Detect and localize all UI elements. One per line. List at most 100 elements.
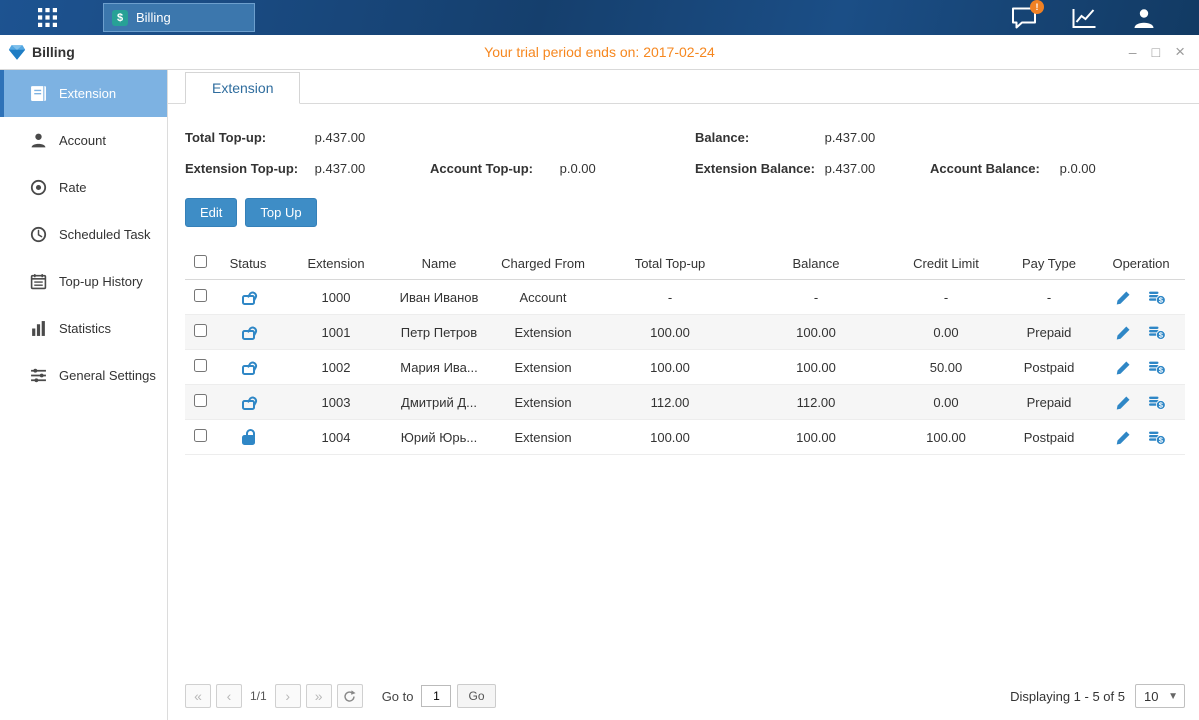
cell-name: Иван Иванов: [391, 280, 487, 315]
summary-label: Account Top-up:: [430, 161, 556, 176]
extension-table-body: 1000 Иван Иванов Account - - - - $: [185, 280, 1185, 455]
bar-chart-icon: [30, 320, 47, 337]
edit-icon[interactable]: [1116, 395, 1131, 410]
refresh-button[interactable]: [337, 684, 363, 708]
cell-pay-type: Postpaid: [1001, 420, 1097, 455]
sidebar-item-label: Scheduled Task: [59, 227, 151, 242]
refresh-icon: [343, 690, 356, 703]
extension-icon: [30, 85, 47, 102]
billing-logo-icon: [8, 44, 26, 61]
summary-account-balance: Account Balance: p.0.00: [930, 161, 1185, 176]
status-lock-icon: [242, 435, 255, 445]
cell-pay-type: Postpaid: [1001, 350, 1097, 385]
tab-extension[interactable]: Extension: [185, 72, 300, 104]
app-launcher-icon[interactable]: [38, 8, 57, 27]
person-icon: [1132, 7, 1156, 29]
sidebar-item-scheduled-task[interactable]: Scheduled Task: [0, 211, 167, 258]
row-checkbox[interactable]: [194, 324, 207, 337]
account-icon: [30, 132, 47, 149]
cell-charged-from: Extension: [487, 385, 599, 420]
cell-extension: 1003: [281, 385, 391, 420]
messages-icon[interactable]: !: [1011, 6, 1037, 30]
summary-value: p.0.00: [560, 161, 596, 176]
calendar-icon: [30, 273, 47, 290]
page-size-select[interactable]: 10 ▼: [1135, 684, 1185, 708]
topup-money-icon[interactable]: $: [1148, 325, 1166, 340]
cell-name: Петр Петров: [391, 315, 487, 350]
summary-extension-balance: Extension Balance: p.437.00: [695, 161, 930, 176]
topup-money-icon[interactable]: $: [1148, 395, 1166, 410]
last-page-button[interactable]: »: [306, 684, 332, 708]
summary-value: p.0.00: [1060, 161, 1096, 176]
summary-total-topup: Total Top-up: p.437.00: [185, 130, 430, 145]
edit-icon[interactable]: [1116, 290, 1131, 305]
cell-credit-limit: 50.00: [891, 350, 1001, 385]
summary-account-topup: Account Top-up: p.0.00: [430, 161, 695, 176]
cell-pay-type: Prepaid: [1001, 385, 1097, 420]
goto-label: Go to: [382, 689, 414, 704]
status-lock-icon: [242, 330, 255, 340]
billing-app-tab[interactable]: $ Billing: [103, 3, 255, 32]
row-checkbox[interactable]: [194, 289, 207, 302]
sidebar-item-label: Extension: [59, 86, 116, 101]
row-checkbox[interactable]: [194, 394, 207, 407]
cell-name: Дмитрий Д...: [391, 385, 487, 420]
line-chart-icon: [1071, 7, 1098, 29]
edit-icon[interactable]: [1116, 360, 1131, 375]
top-up-button[interactable]: Top Up: [245, 198, 316, 227]
col-charged-from: Charged From: [487, 247, 599, 280]
topup-money-icon[interactable]: $: [1148, 430, 1166, 445]
chevron-down-icon: ▼: [1168, 691, 1178, 702]
summary-panel: Total Top-up: p.437.00 Balance: p.437.00…: [185, 130, 1185, 176]
goto-page-input[interactable]: [421, 685, 451, 707]
cell-total-topup: -: [599, 280, 741, 315]
summary-label: Total Top-up:: [185, 130, 311, 145]
first-page-button[interactable]: «: [185, 684, 211, 708]
rate-icon: [30, 179, 47, 196]
col-status: Status: [215, 247, 281, 280]
col-balance: Balance: [741, 247, 891, 280]
cell-credit-limit: 0.00: [891, 385, 1001, 420]
col-pay-type: Pay Type: [1001, 247, 1097, 280]
go-button[interactable]: Go: [457, 684, 495, 708]
summary-value: p.437.00: [315, 161, 366, 176]
sidebar-item-label: Statistics: [59, 321, 111, 336]
cell-pay-type: Prepaid: [1001, 315, 1097, 350]
row-checkbox[interactable]: [194, 429, 207, 442]
topup-money-icon[interactable]: $: [1148, 360, 1166, 375]
sidebar-item-account[interactable]: Account: [0, 117, 167, 164]
topup-money-icon[interactable]: $: [1148, 290, 1166, 305]
maximize-icon[interactable]: □: [1152, 45, 1160, 59]
cell-balance: 100.00: [741, 350, 891, 385]
cell-credit-limit: 0.00: [891, 315, 1001, 350]
sidebar-item-general-settings[interactable]: General Settings: [0, 352, 167, 399]
select-all-checkbox[interactable]: [194, 255, 207, 268]
titlebar: Billing Your trial period ends on: 2017-…: [0, 35, 1199, 70]
summary-balance: Balance: p.437.00: [695, 130, 930, 145]
user-account-icon[interactable]: [1132, 7, 1156, 29]
sidebar-item-label: Top-up History: [59, 274, 143, 289]
col-total-topup: Total Top-up: [599, 247, 741, 280]
row-checkbox[interactable]: [194, 359, 207, 372]
status-lock-icon: [242, 365, 255, 375]
prev-page-button[interactable]: ‹: [216, 684, 242, 708]
topbar: $ Billing !: [0, 0, 1199, 35]
summary-label: Extension Balance:: [695, 161, 821, 176]
sidebar-item-extension[interactable]: Extension: [0, 70, 167, 117]
page-info: 1/1: [250, 689, 267, 703]
edit-icon[interactable]: [1116, 430, 1131, 445]
sidebar-item-rate[interactable]: Rate: [0, 164, 167, 211]
next-page-button[interactable]: ›: [275, 684, 301, 708]
topbar-right: !: [994, 6, 1199, 30]
main-panel: Extension Total Top-up: p.437.00 Balance…: [168, 70, 1199, 720]
statistics-chart-icon[interactable]: [1071, 7, 1098, 29]
table-row: 1001 Петр Петров Extension 100.00 100.00…: [185, 315, 1185, 350]
col-name: Name: [391, 247, 487, 280]
cell-credit-limit: -: [891, 280, 1001, 315]
edit-icon[interactable]: [1116, 325, 1131, 340]
edit-button[interactable]: Edit: [185, 198, 237, 227]
sidebar-item-topup-history[interactable]: Top-up History: [0, 258, 167, 305]
close-icon[interactable]: ×: [1175, 45, 1185, 59]
sidebar-item-statistics[interactable]: Statistics: [0, 305, 167, 352]
minimize-icon[interactable]: –: [1129, 45, 1137, 59]
